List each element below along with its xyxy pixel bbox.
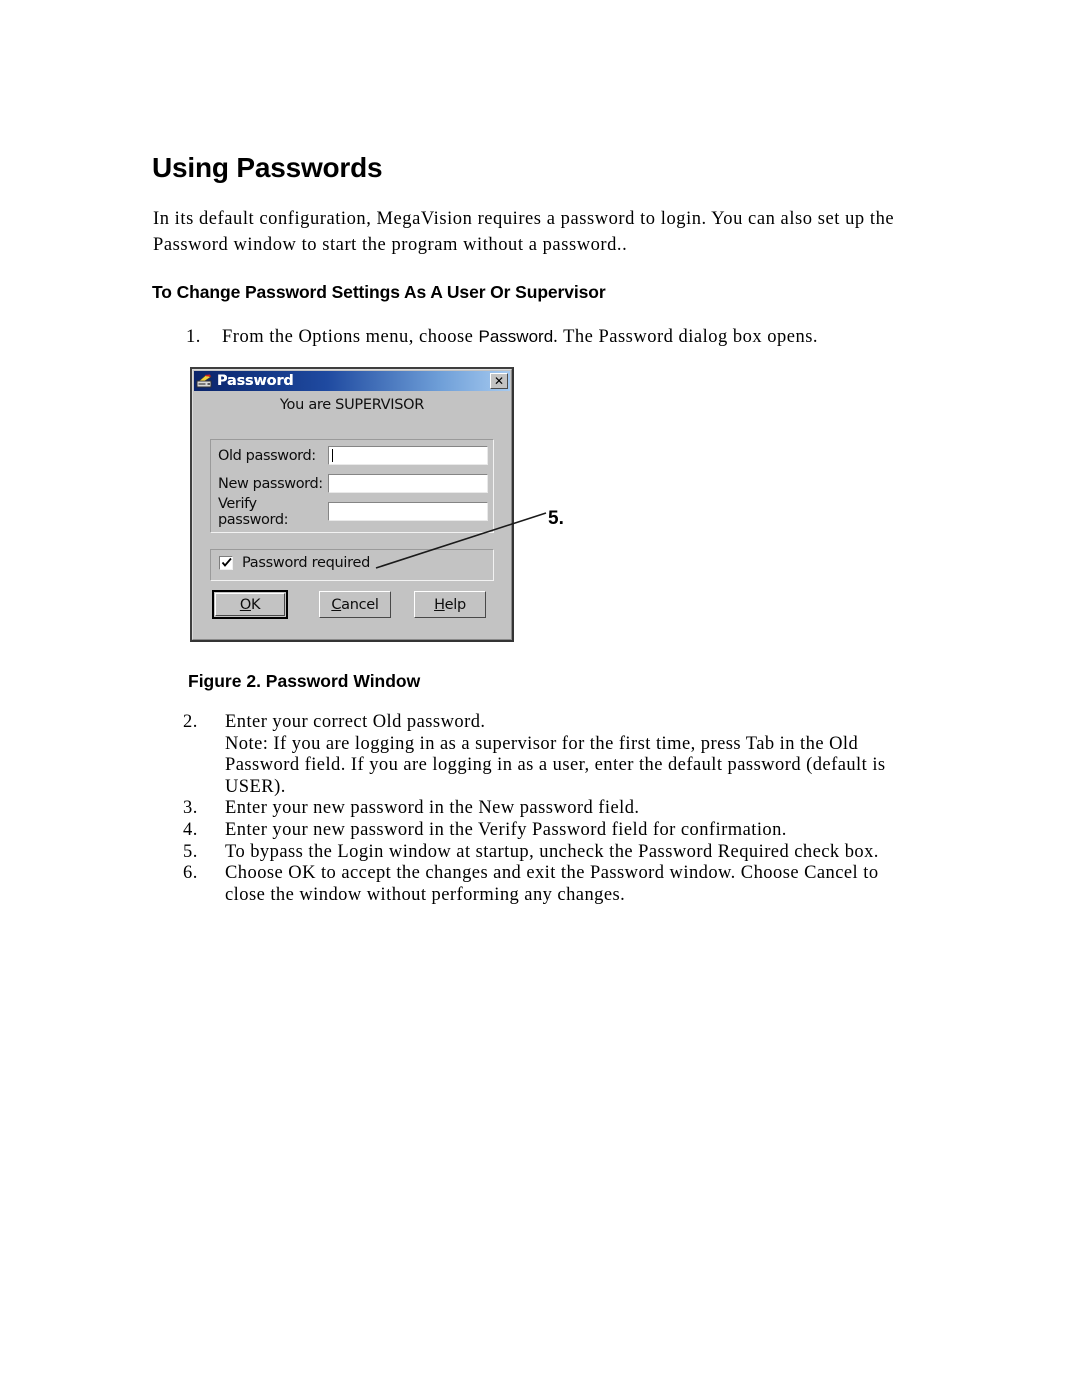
old-password-label: Old password: [218, 447, 316, 464]
help-button[interactable]: Help [414, 591, 486, 618]
list-item: 2. Enter your correct Old password. Note… [183, 712, 931, 798]
old-password-row: Old password: [218, 445, 488, 466]
figure-caption: Figure 2. Password Window [188, 671, 421, 691]
step-number: 4. [183, 819, 198, 840]
old-password-input[interactable] [328, 446, 488, 465]
step-number: 5. [183, 841, 198, 862]
ok-button[interactable]: OK [212, 590, 288, 619]
dialog-title: Password [217, 373, 294, 389]
step-line: close the window without performing any … [225, 884, 626, 905]
step-line: Choose OK to accept the changes and exit… [225, 863, 879, 884]
step-1-text-after: . The Password dialog box opens. [553, 327, 819, 347]
cancel-button[interactable]: Cancel [319, 591, 391, 618]
verify-password-input[interactable] [328, 502, 488, 521]
password-dialog[interactable]: Password ✕ You are SUPERVISOR Old passwo… [190, 367, 514, 642]
intro-paragraph: In its default configuration, MegaVision… [153, 209, 895, 255]
steps-list: 2. Enter your correct Old password. Note… [183, 712, 931, 906]
cancel-rest: ancel [341, 596, 379, 613]
step-line: Enter your new password in the Verify Pa… [225, 819, 787, 840]
callout-number-5: 5. [548, 508, 564, 529]
step-line: Enter your correct Old password. [225, 712, 486, 732]
step-1-text-before: From the Options menu, choose [222, 327, 479, 347]
list-item: 5. To bypass the Login window at startup… [183, 842, 931, 864]
section-subheading: To Change Password Settings As A User Or… [152, 282, 606, 302]
step-line: Password field. If you are logging in as… [225, 755, 886, 776]
password-required-group: Password required [210, 549, 494, 581]
help-rest: elp [444, 596, 467, 613]
step-number: 3. [183, 798, 198, 819]
supervisor-status-text: You are SUPERVISOR [279, 397, 425, 413]
checkmark-icon [221, 557, 232, 567]
step-line: Note: If you are logging in as a supervi… [225, 733, 859, 754]
password-required-checkbox[interactable] [219, 556, 233, 570]
step-number: 2. [183, 712, 198, 732]
scanner-icon [196, 374, 213, 389]
document-page: Using Passwords In its default configura… [0, 0, 1080, 1397]
cancel-accel: C [331, 596, 342, 613]
new-password-label: New password: [218, 475, 323, 492]
step-number: 6. [183, 863, 198, 884]
list-item: 4. Enter your new password in the Verify… [183, 820, 931, 842]
step-1-number: 1. [186, 327, 201, 347]
ok-button-face: OK [215, 593, 285, 616]
close-icon[interactable]: ✕ [490, 373, 508, 389]
new-password-row: New password: [218, 473, 488, 494]
step-1-emphasis: Password [478, 327, 554, 346]
verify-password-row: Verify password: [218, 496, 488, 528]
password-required-label: Password required [242, 555, 370, 571]
list-item: 3. Enter your new password in the New pa… [183, 798, 931, 820]
password-fields-group: Old password: New password: Verify passw… [210, 439, 494, 533]
text-caret [332, 449, 333, 462]
new-password-input[interactable] [328, 474, 488, 493]
step-line: USER). [225, 776, 286, 797]
help-accel: H [434, 596, 445, 613]
dialog-button-row: OK Cancel Help [212, 590, 496, 621]
step-line: To bypass the Login window at startup, u… [225, 841, 879, 862]
step-1: 1. From the Options menu, choose Password… [186, 324, 818, 350]
page-title: Using Passwords [152, 152, 383, 183]
dialog-titlebar[interactable]: Password ✕ [194, 371, 510, 391]
ok-accel: O [239, 596, 251, 613]
step-line: Enter your new password in the New passw… [225, 798, 640, 819]
list-item: 6. Choose OK to accept the changes and e… [183, 863, 931, 906]
verify-password-label: Verify password: [218, 495, 289, 528]
ok-rest: K [250, 596, 261, 613]
password-required-row[interactable]: Password required [219, 555, 370, 571]
